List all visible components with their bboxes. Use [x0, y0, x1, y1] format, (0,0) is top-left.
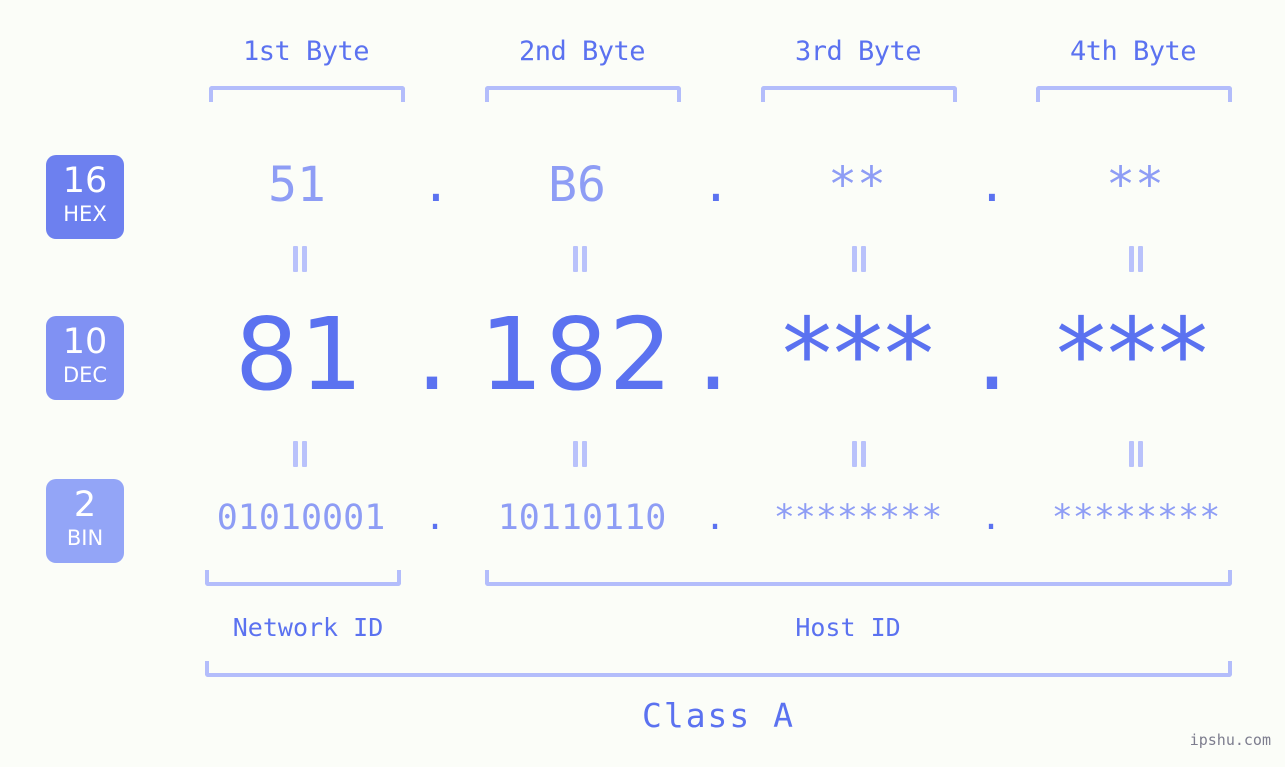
byte-bracket-3: [761, 86, 957, 102]
bin-byte-3: ********: [773, 498, 943, 538]
bin-separator-2: .: [704, 498, 726, 538]
site-watermark: ipshu.com: [1189, 731, 1271, 749]
base-badge-hex: 16 HEX: [46, 155, 124, 239]
network-id-label: Network ID: [232, 613, 384, 642]
byte-header-1: 1st Byte: [242, 36, 370, 67]
dec-byte-3: ***: [782, 296, 935, 413]
dec-separator-2: .: [697, 296, 729, 413]
equals-separator-dec-bin-3: [849, 441, 869, 467]
bin-separator-3: .: [980, 498, 1002, 538]
hex-byte-4: **: [1106, 157, 1164, 213]
base-badge-hex-name: HEX: [63, 202, 107, 226]
bin-byte-1: 01010001: [216, 498, 386, 538]
base-badge-bin-name: BIN: [66, 526, 104, 550]
dec-byte-4: ***: [1056, 296, 1209, 413]
base-badge-dec-name: DEC: [62, 363, 108, 387]
class-bracket: [205, 661, 1232, 677]
bin-byte-2: 10110110: [497, 498, 667, 538]
base-badge-dec-number: 10: [62, 322, 108, 362]
hex-byte-2: B6: [548, 157, 606, 213]
byte-bracket-1: [209, 86, 405, 102]
network-id-bracket: [205, 570, 401, 586]
class-label: Class A: [641, 696, 796, 735]
equals-separator-hex-dec-3: [849, 246, 869, 272]
hex-separator-3: .: [977, 157, 1007, 213]
hex-byte-1: 51: [268, 157, 326, 213]
equals-separator-hex-dec-2: [570, 246, 590, 272]
byte-header-4: 4th Byte: [1069, 36, 1197, 67]
dec-separator-3: .: [976, 296, 1008, 413]
bin-byte-4: ********: [1051, 498, 1221, 538]
byte-bracket-4: [1036, 86, 1232, 102]
byte-bracket-2: [485, 86, 681, 102]
base-badge-bin: 2 BIN: [46, 479, 124, 563]
equals-separator-dec-bin-4: [1126, 441, 1146, 467]
dec-byte-2: 182: [479, 296, 674, 413]
host-id-bracket: [485, 570, 1232, 586]
hex-separator-1: .: [421, 157, 451, 213]
host-id-label: Host ID: [795, 613, 901, 642]
hex-byte-3: **: [828, 157, 886, 213]
base-badge-bin-number: 2: [73, 485, 97, 525]
bin-separator-1: .: [424, 498, 446, 538]
ip-address-breakdown-diagram: 1st Byte 2nd Byte 3rd Byte 4th Byte 16 H…: [0, 0, 1285, 767]
dec-separator-1: .: [416, 296, 448, 413]
equals-separator-hex-dec-1: [290, 246, 310, 272]
equals-separator-dec-bin-1: [290, 441, 310, 467]
equals-separator-dec-bin-2: [570, 441, 590, 467]
equals-separator-hex-dec-4: [1126, 246, 1146, 272]
base-badge-dec: 10 DEC: [46, 316, 124, 400]
hex-separator-2: .: [701, 157, 731, 213]
dec-byte-1: 81: [234, 296, 365, 413]
byte-header-2: 2nd Byte: [518, 36, 646, 67]
base-badge-hex-number: 16: [62, 161, 108, 201]
byte-header-3: 3rd Byte: [794, 36, 922, 67]
